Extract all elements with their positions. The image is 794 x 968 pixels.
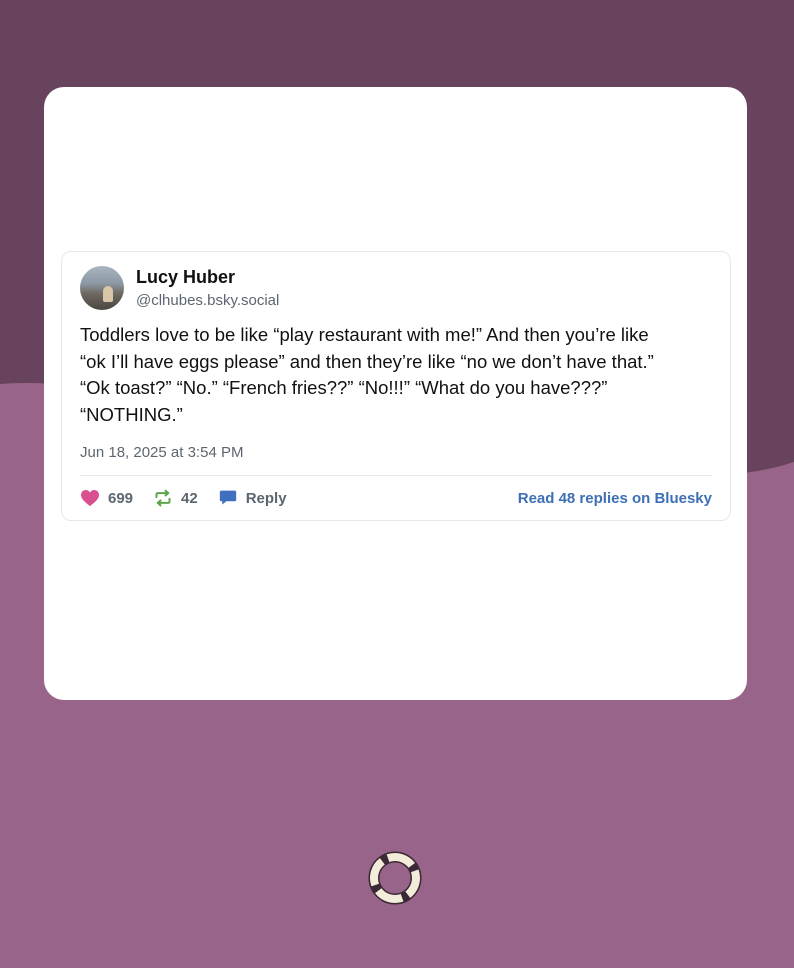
post-text: Toddlers love to be like “play restauran… (80, 324, 654, 425)
read-replies-link[interactable]: Read 48 replies on Bluesky (518, 490, 712, 507)
author-name[interactable]: Lucy Huber (136, 267, 235, 288)
heart-icon (80, 489, 100, 507)
avatar[interactable] (80, 266, 124, 310)
avatar-photo (103, 286, 113, 302)
like-count: 699 (108, 489, 134, 507)
repost-icon (153, 489, 173, 507)
lifebuoy-ring-icon (366, 851, 424, 911)
bluesky-post[interactable]: Lucy Huber @clhubes.bsky.social Toddlers… (61, 251, 731, 521)
repost-count: 42 (181, 489, 198, 507)
divider (80, 475, 712, 476)
app-logo (366, 849, 424, 912)
like-button[interactable]: 699 (80, 489, 133, 507)
embed-card: Lucy Huber @clhubes.bsky.social Toddlers… (44, 87, 747, 700)
speech-bubble-icon (218, 489, 238, 507)
reply-button[interactable]: Reply (218, 489, 287, 507)
post-timestamp[interactable]: Jun 18, 2025 at 3:54 PM (80, 444, 243, 461)
reply-label: Reply (245, 489, 287, 507)
post-actions: 699 42 Reply Read 48 replies on Bluesky (80, 486, 712, 510)
repost-button[interactable]: 42 (153, 489, 198, 507)
author-handle[interactable]: @clhubes.bsky.social (136, 292, 279, 309)
